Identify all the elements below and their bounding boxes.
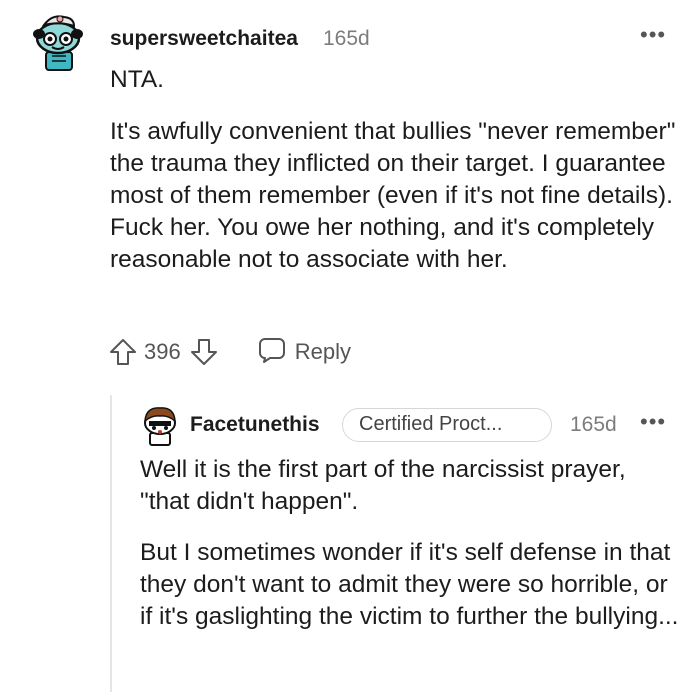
snoo-avatar-icon <box>144 407 176 446</box>
more-options-icon[interactable]: ••• <box>640 409 666 435</box>
reply-label: Reply <box>294 339 351 364</box>
snoo-avatar-icon <box>33 15 83 71</box>
avatar[interactable] <box>140 405 180 447</box>
comment-text-paragraph: NTA. <box>110 66 164 93</box>
user-flair-badge: Certified Proct... <box>342 408 552 442</box>
reply-button[interactable]: Reply <box>257 335 351 370</box>
thread-line[interactable] <box>110 395 112 692</box>
avatar[interactable] <box>30 12 86 72</box>
downvote-arrow-icon[interactable] <box>189 337 219 367</box>
reply-bubble-icon <box>257 335 287 370</box>
reply-text-paragraph: Well it is the first part of the narciss… <box>140 456 626 515</box>
reply-text-paragraph: But I sometimes wonder if it's self defe… <box>140 539 679 630</box>
comment-age: 165d <box>323 27 370 50</box>
upvote-arrow-icon[interactable] <box>108 337 138 367</box>
username[interactable]: Facetunethis <box>190 413 320 437</box>
comment-age: 165d <box>570 413 617 436</box>
more-options-icon[interactable]: ••• <box>640 22 666 48</box>
comment-text-paragraph: It's awfully convenient that bullies "ne… <box>110 118 676 273</box>
vote-score: 396 <box>144 339 181 364</box>
username[interactable]: supersweetchaitea <box>110 27 298 51</box>
comment-actions: 396 Reply <box>108 334 351 370</box>
